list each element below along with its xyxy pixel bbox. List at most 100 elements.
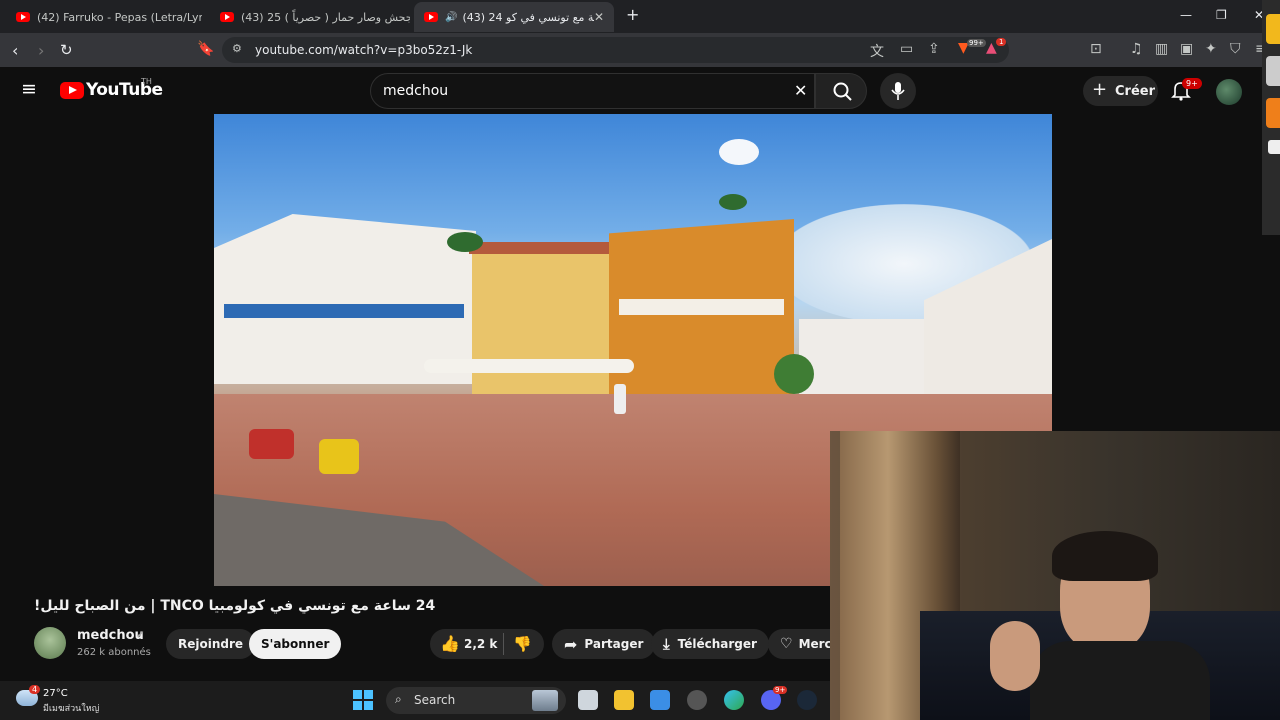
media-icon[interactable]: ♫ — [1130, 41, 1143, 57]
sidebar-icon[interactable]: ▥ — [1155, 41, 1168, 57]
reload-icon[interactable]: ↻ — [60, 41, 73, 59]
cloud-shape — [719, 139, 759, 165]
steam-icon[interactable] — [797, 690, 817, 710]
like-count[interactable]: 2,2 k — [464, 637, 497, 651]
palm-tree — [719, 194, 747, 210]
weather-temperature[interactable]: 27°C — [43, 688, 68, 699]
minimize-window-icon[interactable]: — — [1180, 8, 1192, 22]
youtube-favicon-icon — [220, 12, 234, 22]
channel-avatar[interactable] — [34, 627, 66, 659]
divider — [503, 633, 504, 655]
search-button[interactable] — [815, 73, 867, 109]
tab-1-label: (42) Farruko - Pepas (Letra/Lyrics) - Y — [37, 10, 202, 24]
umbrellas — [424, 359, 634, 373]
extension-icon[interactable] — [1266, 98, 1280, 128]
browser-tab-2[interactable]: (43) كبر الجحش وصار حمار ( حصرياً ) 25 — [210, 2, 410, 32]
forward-icon[interactable]: › — [38, 41, 44, 60]
channel-name[interactable]: medchou — [77, 628, 144, 643]
windows-taskbar: 4 27°C มีเมฆส่วนใหญ่ ⌕ Search 9+ — [0, 681, 830, 720]
browser-tab-3-active[interactable]: 🔊 (43) 24 ساعة مع تونسي في كو ✕ — [414, 2, 614, 32]
windows-start-icon[interactable] — [353, 690, 373, 710]
edge-browser-icon[interactable] — [724, 690, 744, 710]
browser-tab-strip: (42) Farruko - Pepas (Letra/Lyrics) - Y … — [0, 0, 1280, 33]
join-button[interactable]: Rejoindre — [166, 629, 256, 659]
back-icon[interactable]: ‹ — [12, 41, 18, 60]
country-code: TH — [141, 77, 152, 86]
person-shirt — [1030, 641, 1210, 720]
task-view-icon[interactable] — [578, 690, 598, 710]
create-button[interactable]: + Créer — [1083, 76, 1158, 106]
thanks-button[interactable]: ♡ Merci — [768, 629, 830, 659]
url-text[interactable]: youtube.com/watch?v=p3bo52z1-Jk — [255, 43, 472, 57]
microsoft-store-icon[interactable] — [650, 690, 670, 710]
notification-count-badge: 9+ — [1182, 78, 1202, 89]
extension-icon[interactable] — [1268, 140, 1280, 154]
person-red-shirt — [249, 429, 294, 459]
search-value[interactable]: medchou — [383, 83, 448, 99]
share-label: Partager — [584, 637, 644, 651]
app-hexagon-icon[interactable] — [687, 690, 707, 710]
search-highlight-image — [532, 690, 558, 711]
extension-icon[interactable] — [1266, 14, 1280, 44]
search-icon — [833, 82, 852, 101]
subscriber-count: 262 k abonnés — [77, 647, 151, 658]
share-button[interactable]: ➦ Partager — [552, 629, 656, 659]
rewards-badge: 1 — [996, 38, 1007, 46]
search-input[interactable]: medchou ✕ — [370, 73, 815, 109]
browser-toolbar: ‹ › ↻ 🔖 ⚙ youtube.com/watch?v=p3bo52z1-J… — [0, 33, 1280, 67]
search-icon: ⌕ — [395, 692, 402, 706]
create-label: Créer — [1115, 84, 1155, 99]
discord-badge: 9+ — [773, 686, 788, 694]
file-explorer-icon[interactable] — [614, 690, 634, 710]
person-walking — [614, 384, 626, 414]
address-bar[interactable]: ⚙ youtube.com/watch?v=p3bo52z1-Jk 文 ▭ ⇪ … — [222, 37, 1009, 63]
youtube-header: ≡ YouTube TH medchou ✕ + Créer 9+ — [0, 67, 1270, 114]
download-button[interactable]: ⤓ Télécharger — [651, 629, 769, 659]
account-avatar[interactable] — [1216, 79, 1242, 105]
site-info-icon[interactable]: ⚙ — [232, 42, 242, 55]
white-building — [799, 319, 929, 399]
taskbar-search[interactable]: ⌕ Search — [386, 687, 566, 714]
close-tab-icon[interactable]: ✕ — [594, 10, 604, 24]
tab-3-label: (43) 24 ساعة مع تونسي في كو — [462, 10, 594, 24]
wallet-icon[interactable]: ▣ — [1180, 41, 1193, 57]
like-dislike-group: 👍 2,2 k 👎 — [430, 629, 544, 659]
side-extension-strip — [1262, 0, 1280, 235]
translate-icon[interactable]: 文 — [870, 41, 884, 61]
restore-window-icon[interactable]: ❐ — [1216, 8, 1227, 22]
new-tab-button[interactable]: + — [626, 5, 639, 24]
leo-icon[interactable]: ✦ — [1205, 41, 1217, 57]
extension-icon[interactable] — [1266, 56, 1280, 86]
youtube-favicon-icon — [16, 12, 30, 22]
webcam-overlay — [830, 431, 1280, 720]
microphone-icon — [891, 82, 905, 100]
heart-dollar-icon: ♡ — [780, 636, 793, 652]
verified-badge-icon: ✔ — [136, 630, 145, 641]
person-yellow-shirt — [319, 439, 359, 474]
download-icon: ⤓ — [663, 635, 670, 653]
hamburger-menu-icon[interactable]: ≡ — [21, 78, 37, 100]
voice-search-button[interactable] — [880, 73, 916, 109]
thanks-label: Merci — [798, 637, 830, 651]
dislike-icon[interactable]: 👎 — [513, 635, 532, 653]
like-icon[interactable]: 👍 — [440, 634, 460, 653]
audio-playing-icon[interactable]: 🔊 — [445, 12, 457, 23]
taskbar-search-label: Search — [414, 693, 456, 707]
subscribe-label: S'abonner — [261, 637, 330, 651]
video-title: 24 ساعة مع تونسي في كولومبيا TNCO | من ا… — [34, 598, 436, 614]
vpn-icon[interactable]: ⛉ — [1230, 41, 1241, 57]
youtube-logo-icon[interactable] — [60, 82, 84, 99]
clear-search-icon[interactable]: ✕ — [794, 81, 807, 100]
youtube-favicon-icon — [424, 12, 438, 22]
palm-tree — [447, 232, 483, 252]
blue-balcony — [224, 304, 464, 318]
subscribe-button[interactable]: S'abonner — [249, 629, 342, 659]
screenshot-icon[interactable]: ⊡ — [1090, 41, 1102, 57]
share-page-icon[interactable]: ⇪ — [928, 41, 940, 57]
shields-count-badge: 99+ — [967, 39, 986, 47]
share-icon: ➦ — [564, 634, 578, 654]
cast-icon[interactable]: ▭ — [900, 41, 913, 57]
bookmark-icon[interactable]: 🔖 — [197, 41, 214, 57]
browser-tab-1[interactable]: (42) Farruko - Pepas (Letra/Lyrics) - Y — [6, 2, 202, 32]
download-label: Télécharger — [677, 637, 757, 651]
